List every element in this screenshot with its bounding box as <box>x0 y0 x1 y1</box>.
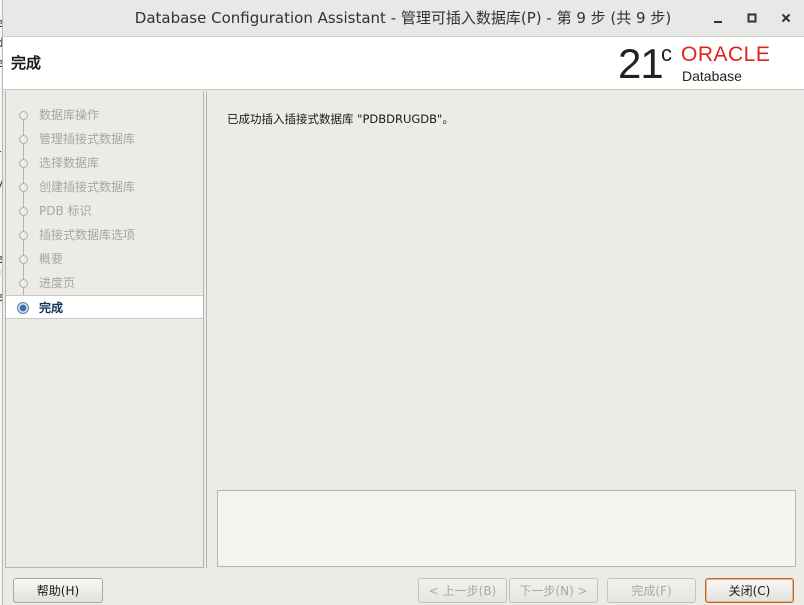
back-button[interactable]: < 上一步(B) <box>418 578 507 603</box>
current-step-icon <box>17 302 29 314</box>
page-header: 完成 21 c ORACLE Database <box>3 37 804 90</box>
logo-version-suffix: c <box>661 41 672 66</box>
close-window-button[interactable] <box>774 6 798 30</box>
nav-step-manage-pdb[interactable]: 管理插接式数据库 <box>6 127 203 151</box>
minimize-icon <box>714 21 722 23</box>
nav-step-progress[interactable]: 进度页 <box>6 271 203 295</box>
logo-version: 21 <box>618 40 664 87</box>
logo-product: Database <box>682 68 742 84</box>
next-button[interactable]: 下一步(N) > <box>509 578 598 603</box>
background-text-fragment: r <box>0 147 1 161</box>
window-title: Database Configuration Assistant - 管理可插入… <box>134 9 672 27</box>
nav-step-label: 概要 <box>39 252 64 266</box>
minimize-button[interactable] <box>706 6 730 30</box>
help-button[interactable]: 帮助(H) <box>13 578 103 603</box>
nav-step-label: PDB 标识 <box>39 204 92 218</box>
maximize-icon <box>747 13 757 23</box>
nav-step-label: 数据库操作 <box>39 108 100 122</box>
oracle-database-logo: 21 c ORACLE Database <box>615 41 795 87</box>
title-bar[interactable]: Database Configuration Assistant - 管理可插入… <box>3 0 804 37</box>
step-dot-icon <box>19 279 28 288</box>
nav-step-finish[interactable]: 完成 <box>6 295 203 319</box>
close-icon <box>781 13 791 23</box>
step-dot-icon <box>19 135 28 144</box>
nav-step-label: 选择数据库 <box>39 156 100 170</box>
step-dot-icon <box>19 183 28 192</box>
nav-step-label: 管理插接式数据库 <box>39 132 136 146</box>
nav-step-label: 进度页 <box>39 276 76 290</box>
details-pane[interactable] <box>217 490 796 567</box>
nav-step-select-database[interactable]: 选择数据库 <box>6 151 203 175</box>
nav-step-summary[interactable]: 概要 <box>6 247 203 271</box>
button-bar: 帮助(H) < 上一步(B) 下一步(N) > 完成(F) 关闭(C) <box>3 569 804 605</box>
nav-step-database-operation[interactable]: 数据库操作 <box>6 103 203 127</box>
nav-step-create-pdb[interactable]: 创建插接式数据库 <box>6 175 203 199</box>
step-dot-icon <box>19 231 28 240</box>
dbca-window: Database Configuration Assistant - 管理可插入… <box>2 0 804 605</box>
finish-button[interactable]: 完成(F) <box>607 578 696 603</box>
step-dot-icon <box>19 159 28 168</box>
page-title: 完成 <box>11 54 42 72</box>
step-dot-icon <box>19 207 28 216</box>
nav-step-pdb-identity[interactable]: PDB 标识 <box>6 199 203 223</box>
logo-brand: ORACLE <box>681 43 771 66</box>
success-message: 已成功插入插接式数据库 "PDBDRUGDB"。 <box>227 112 454 126</box>
step-navigation: 数据库操作 管理插接式数据库 选择数据库 创建插接式数据库 PDB 标识 插接式… <box>5 91 204 568</box>
main-content: 已成功插入插接式数据库 "PDBDRUGDB"。 <box>206 91 804 568</box>
maximize-button[interactable] <box>740 6 764 30</box>
close-button[interactable]: 关闭(C) <box>705 578 794 603</box>
step-dot-icon <box>19 111 28 120</box>
step-dot-icon <box>19 255 28 264</box>
nav-step-label: 完成 <box>39 301 64 315</box>
nav-step-pdb-options[interactable]: 插接式数据库选项 <box>6 223 203 247</box>
nav-step-label: 插接式数据库选项 <box>39 228 136 242</box>
nav-step-label: 创建插接式数据库 <box>39 180 136 194</box>
